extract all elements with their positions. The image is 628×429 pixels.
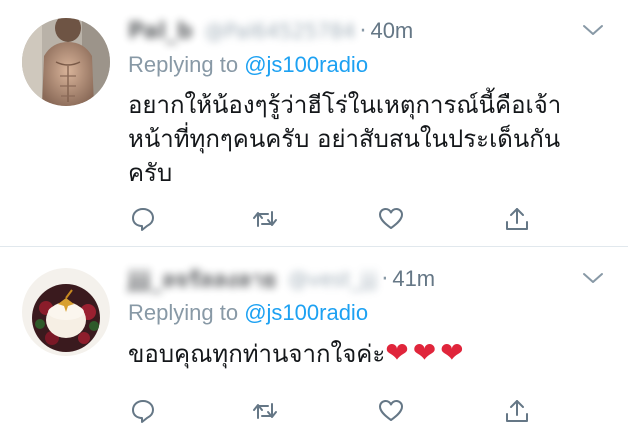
user-handle[interactable]: @Pal64525784 — [205, 19, 356, 43]
replying-to: Replying to @js100radio — [128, 52, 368, 78]
user-handle[interactable]: @vest_jjj — [288, 267, 377, 291]
tweet[interactable]: jjj_ลจรัลลงลาย @vest_jjj · 41m Replying … — [0, 248, 628, 429]
tweet[interactable]: Pal_b @Pal64525784 · 40m Replying to @js… — [0, 0, 628, 246]
replying-to: Replying to @js100radio — [128, 300, 368, 326]
avatar[interactable] — [22, 268, 110, 356]
replying-to-label: Replying to — [128, 52, 239, 77]
tweet-actions — [128, 396, 528, 426]
chevron-down-icon[interactable] — [582, 22, 604, 36]
reply-icon — [132, 400, 154, 423]
reply-button[interactable] — [128, 396, 158, 426]
tweet-header: Pal_b @Pal64525784 · 40m — [128, 12, 413, 50]
separator-dot: · — [359, 18, 367, 44]
tweet-text: ขอบคุณทุกท่านจากใจค่ะ❤❤❤ — [128, 336, 598, 371]
share-button[interactable] — [502, 396, 532, 426]
divider — [0, 246, 628, 247]
like-icon — [379, 208, 403, 229]
mention-link[interactable]: @js100radio — [244, 52, 368, 77]
tweet-header: jjj_ลจรัลลงลาย @vest_jjj · 41m — [128, 260, 435, 298]
replying-to-label: Replying to — [128, 300, 239, 325]
heart-emojis: ❤❤❤ — [385, 336, 468, 369]
chevron-down-icon[interactable] — [582, 270, 604, 284]
share-icon — [506, 208, 528, 230]
separator-dot: · — [381, 266, 389, 292]
retweet-button[interactable] — [250, 204, 280, 234]
like-button[interactable] — [376, 204, 406, 234]
retweet-icon — [253, 211, 277, 227]
reply-button[interactable] — [128, 204, 158, 234]
share-button[interactable] — [502, 204, 532, 234]
share-icon — [506, 400, 528, 422]
tweet-actions — [128, 204, 528, 234]
timestamp[interactable]: 40m — [370, 18, 413, 44]
tweet-thread: Pal_b @Pal64525784 · 40m Replying to @js… — [0, 0, 628, 429]
retweet-button[interactable] — [250, 396, 280, 426]
tweet-text-content: อยากให้น้องๆรู้ว่าฮีโร่ในเหตุการณ์นี้คือ… — [128, 91, 562, 187]
like-button[interactable] — [376, 396, 406, 426]
retweet-icon — [253, 403, 277, 419]
display-name[interactable]: jjj_ลจรัลลงลาย — [128, 262, 276, 297]
avatar[interactable] — [22, 18, 110, 106]
timestamp[interactable]: 41m — [392, 266, 435, 292]
display-name[interactable]: Pal_b — [128, 19, 193, 44]
tweet-text-content: ขอบคุณทุกท่านจากใจค่ะ — [128, 340, 386, 368]
reply-icon — [132, 208, 154, 231]
mention-link[interactable]: @js100radio — [244, 300, 368, 325]
tweet-text: อยากให้น้องๆรู้ว่าฮีโร่ในเหตุการณ์นี้คือ… — [128, 88, 598, 190]
like-icon — [379, 400, 403, 421]
